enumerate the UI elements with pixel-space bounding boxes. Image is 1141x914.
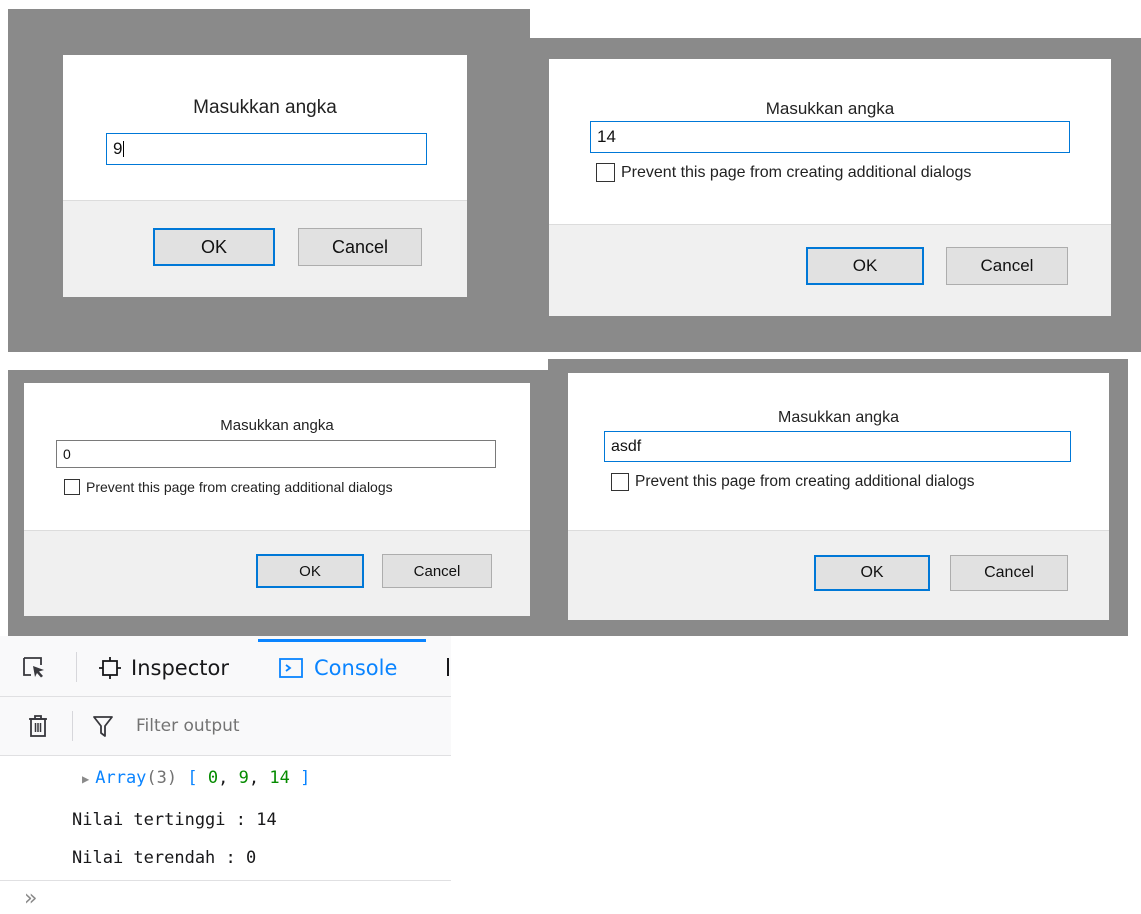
console-prompt[interactable]: » (24, 886, 37, 911)
text-caret (123, 141, 125, 157)
array-value: 9 (238, 768, 249, 788)
dialog-title: Masukkan angka (778, 409, 899, 426)
toolbar-separator (76, 652, 77, 682)
prompt-dialog: Masukkan angka 0 Prevent this page from … (24, 383, 530, 616)
checkbox-label: Prevent this page from creating addition… (621, 163, 972, 181)
dialog-title: Masukkan angka (765, 99, 895, 118)
ok-button[interactable]: OK (806, 247, 924, 285)
console-log-line: Nilai tertinggi : 14 (72, 810, 277, 830)
clear-console-button[interactable] (27, 714, 49, 738)
filter-output-placeholder: Filter output (136, 716, 240, 736)
tab-overflow-edge (447, 658, 449, 676)
array-value: 0 (207, 768, 219, 788)
checkbox-label: Prevent this page from creating addition… (86, 479, 393, 495)
screenshot-panel-1: Masukkan angka 9 OK Cancel (8, 9, 530, 352)
console-array-row[interactable]: ▶ Array(3) [ 0, 9, 14 ] (82, 768, 310, 788)
console-icon (279, 658, 303, 678)
ok-button[interactable]: OK (153, 228, 275, 266)
array-close-bracket: ] (300, 768, 311, 788)
dialog-footer: OK Cancel (549, 224, 1111, 316)
prevent-dialogs-option[interactable]: Prevent this page from creating addition… (64, 479, 393, 495)
prevent-dialogs-option[interactable]: Prevent this page from creating addition… (596, 163, 971, 182)
dialog-title: Masukkan angka (193, 97, 337, 118)
dialog-title: Masukkan angka (220, 417, 334, 434)
screenshot-panel-4: Masukkan angka asdf Prevent this page fr… (548, 359, 1128, 636)
dialog-footer: OK Cancel (24, 530, 530, 616)
array-name: Array (95, 768, 147, 788)
checkbox-label: Prevent this page from creating addition… (635, 473, 975, 490)
prevent-dialogs-checkbox[interactable] (64, 479, 80, 495)
tab-console-label: Console (314, 656, 398, 680)
array-count: (3) (146, 768, 178, 788)
toolbar-separator (72, 711, 73, 741)
tab-console[interactable]: Console (278, 652, 397, 684)
inspector-icon (99, 657, 121, 679)
screenshot-panel-2: Masukkan angka 14 Prevent this page from… (530, 38, 1141, 352)
pick-element-icon (23, 657, 44, 678)
filter-output-field[interactable]: Filter output (92, 713, 240, 739)
pick-element-button[interactable] (22, 656, 46, 678)
array-comma: , (248, 768, 260, 788)
console-filter-bar: Filter output (0, 697, 451, 756)
prompt-dialog: Masukkan angka 9 OK Cancel (63, 55, 467, 297)
input-value: 0 (63, 446, 71, 462)
cancel-button[interactable]: Cancel (298, 228, 422, 266)
prompt-input[interactable]: 14 (590, 121, 1070, 153)
prompt-input[interactable]: 0 (56, 440, 496, 468)
dialog-footer: OK Cancel (568, 530, 1109, 620)
array-open-bracket: [ (187, 768, 198, 788)
prevent-dialogs-checkbox[interactable] (596, 163, 615, 182)
tab-console-highlight (258, 639, 426, 642)
expand-arrow-icon[interactable]: ▶ (82, 772, 89, 786)
tab-inspector-label: Inspector (131, 656, 229, 680)
prompt-dialog: Masukkan angka asdf Prevent this page fr… (568, 373, 1109, 620)
cancel-button[interactable]: Cancel (946, 247, 1068, 285)
ok-button[interactable]: OK (814, 555, 930, 591)
cancel-button[interactable]: Cancel (950, 555, 1068, 591)
dialog-footer: OK Cancel (63, 200, 467, 297)
prompt-dialog: Masukkan angka 14 Prevent this page from… (549, 59, 1111, 316)
input-value: asdf (611, 437, 642, 455)
prompt-input[interactable]: 9 (106, 133, 427, 165)
cancel-button[interactable]: Cancel (382, 554, 492, 588)
filter-icon (93, 716, 113, 737)
array-comma: , (218, 768, 229, 788)
console-output: ▶ Array(3) [ 0, 9, 14 ] Nilai tertinggi :… (0, 756, 451, 880)
ok-button[interactable]: OK (256, 554, 364, 588)
console-log-line: Nilai terendah : 0 (72, 848, 257, 868)
devtools-panel: Inspector Console Filter output ▶ Array(… (0, 636, 451, 914)
devtools-toolbar: Inspector Console (0, 636, 451, 697)
screenshot-panel-3: Masukkan angka 0 Prevent this page from … (8, 370, 548, 636)
prompt-input[interactable]: asdf (604, 431, 1071, 462)
trash-icon (29, 715, 47, 737)
array-value: 14 (269, 768, 290, 788)
tab-inspector[interactable]: Inspector (98, 652, 229, 684)
console-divider (0, 880, 451, 881)
prevent-dialogs-option[interactable]: Prevent this page from creating addition… (611, 473, 974, 491)
input-value: 9 (113, 139, 123, 158)
input-value: 14 (597, 127, 616, 146)
prevent-dialogs-checkbox[interactable] (611, 473, 629, 491)
